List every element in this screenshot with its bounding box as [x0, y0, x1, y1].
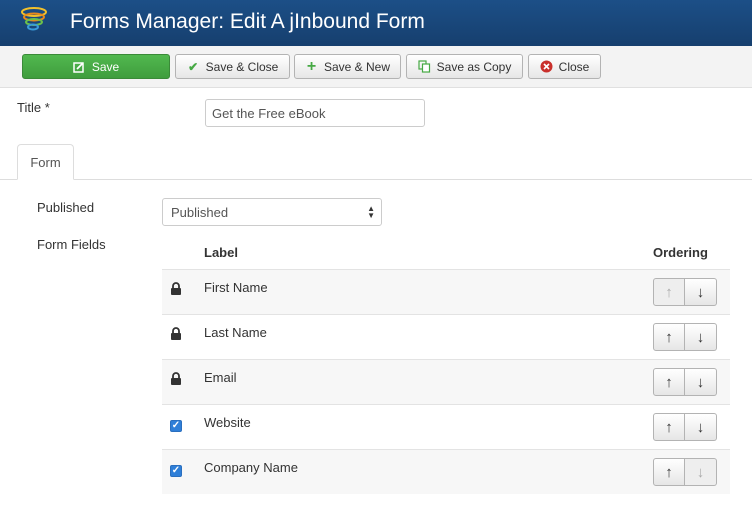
close-label: Close [558, 59, 590, 74]
title-input[interactable] [205, 99, 425, 127]
save-new-button[interactable]: + Save & New [294, 54, 401, 79]
lock-icon [170, 327, 184, 341]
move-up-button: ↑ [653, 278, 685, 306]
save-close-button[interactable]: ✔ Save & Close [175, 54, 290, 79]
save-new-label: Save & New [323, 59, 391, 74]
app-header: Forms Manager: Edit A jInbound Form [0, 0, 752, 46]
move-down-button[interactable]: ↓ [685, 323, 717, 351]
row-label: Website [204, 415, 251, 430]
move-down-button[interactable]: ↓ [685, 368, 717, 396]
column-header-label: Label [204, 245, 238, 260]
lock-icon [170, 282, 184, 296]
row-label: First Name [204, 280, 268, 295]
move-down-button: ↓ [685, 458, 717, 486]
published-select[interactable]: Published ▲ ▼ [162, 198, 382, 226]
row-label: Company Name [204, 460, 298, 475]
close-icon [540, 60, 553, 73]
title-label: Title * [17, 100, 50, 115]
check-icon: ✔ [188, 59, 199, 74]
copy-icon [418, 60, 431, 73]
ordering-controls: ↑ ↓ [653, 413, 717, 441]
save-button-label: Save [91, 59, 120, 74]
save-copy-button[interactable]: Save as Copy [406, 54, 523, 79]
ordering-controls: ↑ ↓ [653, 278, 717, 306]
page-title: Forms Manager: Edit A jInbound Form [70, 10, 425, 33]
form-fields-label: Form Fields [37, 237, 106, 252]
lock-icon [170, 372, 184, 386]
close-button[interactable]: Close [528, 54, 601, 79]
table-row: ✓ Company Name ↑ ↓ [162, 449, 730, 494]
move-up-button[interactable]: ↑ [653, 323, 685, 351]
move-up-button[interactable]: ↑ [653, 458, 685, 486]
column-header-ordering: Ordering [653, 245, 708, 260]
save-close-label: Save & Close [205, 59, 279, 74]
ordering-controls: ↑ ↓ [653, 368, 717, 396]
table-row: Last Name ↑ ↓ [162, 314, 730, 359]
toolbar: Save ✔ Save & Close + Save & New Save as… [0, 46, 752, 88]
move-down-button[interactable]: ↓ [685, 278, 717, 306]
row-label: Last Name [204, 325, 267, 340]
tabs-divider [0, 179, 752, 180]
table-row: First Name ↑ ↓ [162, 269, 730, 314]
jinbound-logo-icon [21, 7, 47, 31]
move-up-button[interactable]: ↑ [653, 368, 685, 396]
row-checkbox[interactable]: ✓ [170, 420, 182, 432]
published-label: Published [37, 200, 95, 215]
plus-icon: + [306, 57, 317, 75]
table-row: ✓ Website ↑ ↓ [162, 404, 730, 449]
ordering-controls: ↑ ↓ [653, 323, 717, 351]
save-button[interactable]: Save [22, 54, 170, 79]
save-copy-label: Save as Copy [436, 59, 512, 74]
move-down-button[interactable]: ↓ [685, 413, 717, 441]
table-row: Email ↑ ↓ [162, 359, 730, 404]
move-up-button[interactable]: ↑ [653, 413, 685, 441]
edit-icon [73, 60, 86, 73]
select-arrows-icon: ▲ ▼ [367, 204, 375, 220]
published-select-value: Published [171, 204, 229, 220]
row-label: Email [204, 370, 237, 385]
ordering-controls: ↑ ↓ [653, 458, 717, 486]
row-checkbox[interactable]: ✓ [170, 465, 182, 477]
tab-form[interactable]: Form [17, 144, 74, 180]
